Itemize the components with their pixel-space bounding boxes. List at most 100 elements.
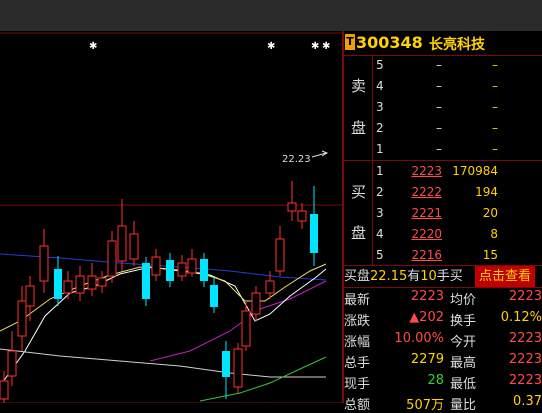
buy-queue-mid: 有	[407, 269, 421, 284]
stat-label: 涨幅	[344, 335, 371, 350]
candle-body	[251, 292, 261, 315]
buy-queue-bar: 买盘22.15有10手买 点击查看	[344, 265, 542, 288]
candle-body	[97, 277, 107, 287]
bid-row[interactable]: 3 2221 20	[372, 203, 542, 224]
candle-body	[151, 256, 161, 276]
ask-volume: –	[492, 79, 498, 93]
stat-value: 2223	[508, 331, 542, 346]
stat-label: 最高	[450, 356, 477, 371]
marker-star-icon: ✱	[267, 41, 275, 52]
bid-row[interactable]: 2 2222 194	[372, 182, 542, 203]
ask-book: 卖 盘 5 – – 4 – – 3 – – 2 – – 1 – –	[344, 55, 542, 161]
candle-body	[210, 285, 218, 307]
marker-star-icon: ✱	[322, 41, 330, 52]
stat-value: 2223	[508, 373, 542, 388]
stat-row: 涨幅 10.00% 今开 2223	[344, 329, 542, 350]
ma-line	[199, 356, 327, 402]
ask-row[interactable]: 2 – –	[372, 118, 542, 139]
candle-body	[200, 259, 208, 281]
ask-price: –	[436, 100, 442, 114]
ask-row[interactable]: 1 – –	[372, 139, 542, 160]
stock-code: 300348	[356, 33, 423, 52]
candle-body	[241, 310, 251, 347]
buy-queue-qty: 10	[420, 269, 437, 284]
ask-volume: –	[492, 58, 498, 72]
ma-line	[0, 348, 326, 378]
ask-price: –	[436, 142, 442, 156]
stat-value: 0.37	[513, 394, 542, 409]
stat-label: 均价	[450, 293, 477, 308]
candle-body	[265, 280, 275, 294]
candle-body	[129, 233, 139, 260]
stat-value: 2223	[508, 352, 542, 367]
high-price-arrow-icon	[311, 150, 329, 158]
stock-name: 长亮科技	[429, 37, 485, 53]
stat-row: 最新 2223 均价 2223	[344, 287, 542, 308]
ask-price: –	[436, 79, 442, 93]
stat-label: 总额	[344, 398, 371, 413]
bid-volume: 194	[475, 185, 498, 199]
bid-price: 2221	[411, 206, 442, 220]
candle-body	[17, 300, 27, 337]
ask-level: 3	[376, 100, 384, 114]
bid-price: 2222	[411, 185, 442, 199]
buy-queue-price: 22.15	[370, 269, 408, 284]
ask-volume: –	[492, 121, 498, 135]
candle-body	[87, 275, 97, 290]
candle-body	[142, 263, 150, 299]
stat-label: 现手	[344, 377, 371, 392]
stat-label: 最新	[344, 293, 371, 308]
bid-side-label: 买 盘	[344, 161, 373, 265]
stat-value: 507万	[406, 398, 444, 413]
bid-row[interactable]: 5 2216 15	[372, 245, 542, 266]
candle-body	[297, 210, 307, 222]
candle-body	[54, 269, 62, 299]
stat-label: 今开	[450, 335, 477, 350]
bid-row[interactable]: 1 2223 170984	[372, 161, 542, 182]
bid-level: 4	[376, 227, 384, 241]
ask-level: 1	[376, 142, 384, 156]
candle-body	[222, 351, 230, 377]
candle-body	[75, 275, 85, 294]
ask-level: 5	[376, 58, 384, 72]
ask-row[interactable]: 5 – –	[372, 55, 542, 76]
t-badge[interactable]: T	[345, 34, 355, 50]
high-price-label: 22.23	[282, 154, 311, 165]
bid-volume: 20	[482, 206, 498, 220]
view-queue-button[interactable]: 点击查看	[475, 266, 536, 287]
candle-body	[287, 202, 297, 212]
candles-group	[0, 181, 318, 403]
candle-body	[275, 238, 285, 272]
ask-row[interactable]: 3 – –	[372, 97, 542, 118]
ask-level: 2	[376, 121, 384, 135]
buy-queue-suffix: 手买	[436, 269, 463, 284]
bid-level: 3	[376, 206, 384, 220]
stat-label: 最低	[450, 377, 477, 392]
candle-body	[117, 225, 127, 262]
ask-price: –	[436, 121, 442, 135]
quote-panel: T 300348 长亮科技 卖 盘 5 – – 4 – – 3 – – 2 – …	[344, 31, 542, 413]
candle-body	[7, 350, 17, 377]
bid-volume: 8	[490, 227, 498, 241]
bid-price: 2223	[411, 164, 442, 178]
bid-row[interactable]: 4 2220 8	[372, 224, 542, 245]
ask-row[interactable]: 4 – –	[372, 76, 542, 97]
ask-side-label: 卖 盘	[344, 55, 373, 160]
marker-star-icon: ✱	[311, 41, 319, 52]
candle-body	[187, 258, 197, 274]
bid-level: 2	[376, 185, 384, 199]
sell-label: 卖	[351, 77, 367, 95]
buy-label: 买	[351, 183, 367, 201]
bid-level: 5	[376, 248, 384, 262]
candle-body	[177, 262, 187, 277]
stat-label: 量比	[450, 398, 477, 413]
candle-body	[233, 348, 243, 388]
kline-svg: 22.23 ✱ ✱ ✱ ✱	[0, 32, 342, 403]
candlestick-chart[interactable]: 22.23 ✱ ✱ ✱ ✱	[0, 31, 342, 403]
stat-label: 涨跌	[344, 314, 371, 329]
candle-body	[39, 245, 49, 282]
stat-row: 涨跌 ▲202 换手 0.12%	[344, 308, 542, 329]
candle-body	[0, 380, 9, 400]
stat-value: 10.00%	[394, 331, 444, 346]
bid-volume: 15	[482, 248, 498, 262]
